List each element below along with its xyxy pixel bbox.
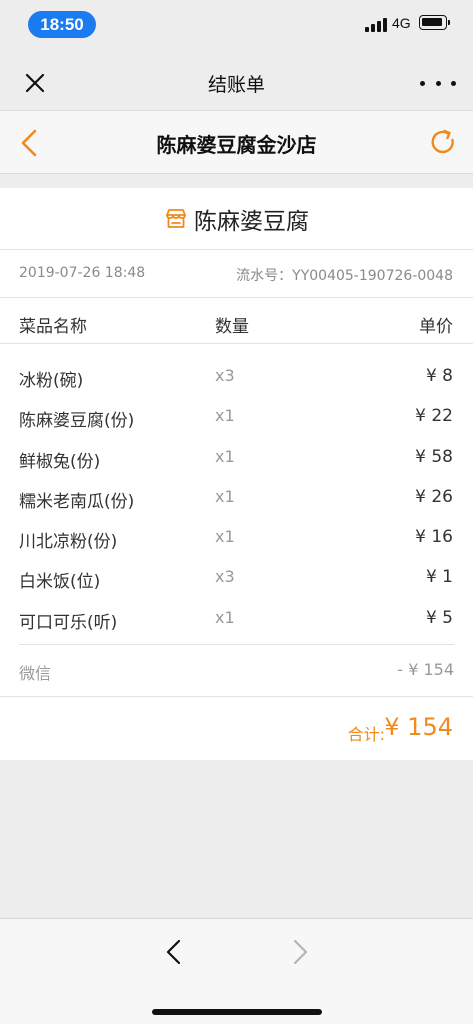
item-price: ¥ 5 [425, 607, 453, 628]
item-qty: x3 [215, 567, 235, 587]
column-price-header: 单价 [419, 317, 453, 337]
signal-icon [365, 16, 387, 32]
store-title: 陈麻婆豆腐金沙店 [156, 133, 317, 157]
table-row: 冰粉(碗) x3 ¥ 8 [0, 358, 473, 398]
item-qty: x1 [215, 486, 235, 506]
item-price: ¥ 22 [415, 406, 453, 427]
store-header: 陈麻婆豆腐金沙店 [0, 110, 473, 174]
payment-method: 微信 [19, 664, 52, 683]
item-qty: x1 [215, 406, 235, 426]
serial-number: 流水号：YY00405-190726-0048 [236, 268, 453, 284]
status-bar: 18:50 4G [0, 0, 473, 50]
table-row: 糯米老南瓜(份) x1 ¥ 26 [0, 479, 473, 519]
payment-amount: - ¥ 154 [397, 660, 454, 679]
item-qty: x1 [215, 446, 235, 466]
column-name-header: 菜品名称 [19, 317, 87, 337]
order-date: 2019-07-26 18:48 [19, 265, 146, 281]
item-name: 冰粉(碗) [19, 371, 84, 391]
shop-name: 陈麻婆豆腐 [194, 208, 309, 235]
item-price: ¥ 8 [425, 366, 453, 386]
item-name: 川北凉粉(份) [19, 532, 118, 553]
item-qty: x3 [215, 366, 235, 385]
column-qty-header: 数量 [215, 317, 249, 337]
item-list: 冰粉(碗) x3 ¥ 8 陈麻婆豆腐(份) x1 ¥ 22 鲜椒兔(份) x1 … [0, 358, 473, 640]
storefront-icon [164, 207, 188, 231]
table-header: 菜品名称 数量 单价 [0, 298, 473, 344]
item-qty: x1 [215, 607, 235, 627]
item-price: ¥ 58 [415, 446, 453, 467]
item-name: 白米饭(位) [19, 572, 101, 593]
network-type: 4G [392, 15, 411, 31]
home-indicator[interactable] [152, 1009, 322, 1015]
page-title: 结账单 [207, 74, 265, 96]
battery-icon [419, 15, 450, 30]
refresh-icon[interactable] [428, 127, 458, 157]
payment-row: 微信 - ¥ 154 [19, 644, 454, 696]
item-name: 鲜椒兔(份) [19, 451, 101, 472]
total-value: ¥ 154 [384, 713, 453, 741]
table-row: 鲜椒兔(份) x1 ¥ 58 [0, 439, 473, 479]
more-icon[interactable] [420, 70, 456, 96]
shop-row: 陈麻婆豆腐 [0, 188, 473, 250]
total-label: 合计: [347, 725, 385, 744]
item-qty: x1 [215, 527, 235, 547]
total-row: 合计: ¥ 154 [0, 696, 473, 760]
item-name: 糯米老南瓜(份) [19, 491, 135, 512]
meta-row: 2019-07-26 18:48 流水号：YY00405-190726-0048 [0, 250, 473, 298]
browser-toolbar [0, 918, 473, 1024]
table-row: 陈麻婆豆腐(份) x1 ¥ 22 [0, 398, 473, 438]
receipt-card: 陈麻婆豆腐 2019-07-26 18:48 流水号：YY00405-19072… [0, 188, 473, 760]
item-name: 陈麻婆豆腐(份) [19, 411, 135, 432]
item-price: ¥ 16 [415, 527, 453, 548]
table-row: 川北凉粉(份) x1 ¥ 16 [0, 519, 473, 559]
item-price: ¥ 1 [425, 567, 453, 588]
wechat-nav-bar: 结账单 [0, 54, 473, 110]
item-name: 可口可乐(听) [19, 612, 118, 633]
table-row: 白米饭(位) x3 ¥ 1 [0, 559, 473, 599]
status-time: 18:50 [28, 11, 96, 38]
table-row: 可口可乐(听) x1 ¥ 5 [0, 600, 473, 640]
item-price: ¥ 26 [415, 486, 453, 507]
forward-arrow-icon[interactable] [284, 937, 314, 967]
back-arrow-icon[interactable] [160, 937, 190, 967]
